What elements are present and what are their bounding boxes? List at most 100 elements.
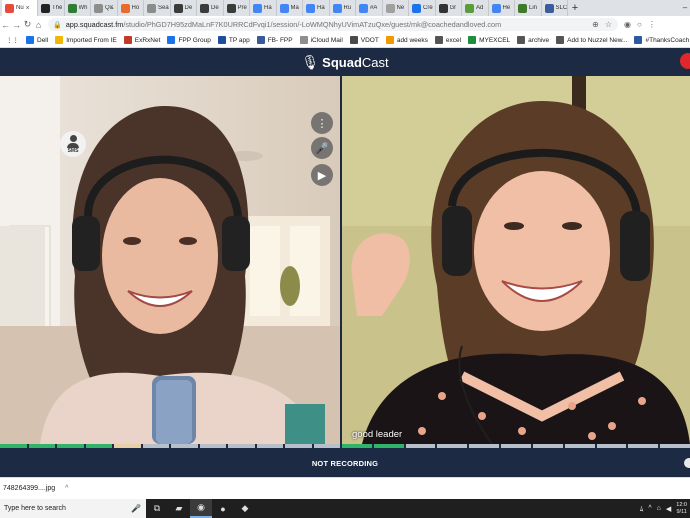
minimize-icon[interactable]: – (680, 0, 690, 16)
bookmark-label: add weeks (396, 36, 428, 44)
bookmark-item[interactable]: TP app (217, 36, 250, 44)
tab-favicon-icon (412, 3, 421, 13)
side-panel-toggle[interactable] (684, 458, 690, 468)
url-host: app.squadcast.fm (65, 20, 124, 29)
download-menu-caret[interactable]: ^ (65, 485, 68, 492)
extension-icon-2[interactable]: ○ (637, 20, 642, 29)
browser-tab[interactable]: He (489, 0, 515, 16)
browser-tab[interactable]: De (171, 0, 197, 16)
clock[interactable]: 12:0 9/11 (676, 502, 687, 516)
bookmark-label: FPP Group (178, 36, 211, 44)
bookmark-label: MYEXCEL (479, 36, 511, 44)
browser-tab[interactable]: Ru (330, 0, 356, 16)
tab-favicon-icon (544, 3, 554, 13)
download-shelf: 748264399....jpg ^ (0, 477, 690, 499)
browser-tab[interactable]: Sea (144, 0, 171, 16)
tab-favicon-icon (491, 3, 501, 13)
bookmark-item[interactable]: ExRxNet (123, 36, 160, 44)
browser-tab[interactable]: #A (356, 0, 383, 16)
apps-icon[interactable]: ⋮⋮ (6, 36, 19, 44)
extension-icon[interactable]: ◉ (624, 20, 631, 29)
bookmark-item[interactable]: excel (434, 36, 461, 44)
url-input[interactable]: 🔒 app.squadcast.fm/studio/PhGD7H95zdMaLn… (48, 18, 618, 31)
tab-label: Ne (396, 5, 405, 11)
tab-favicon-icon (173, 3, 183, 13)
bookmark-item[interactable]: iCloud Mail (299, 36, 343, 44)
forward-icon[interactable]: → (11, 20, 22, 30)
url-path: /studio/PhGD7H95zdMaLnF7K0URRCdFvqi1/ses… (123, 20, 502, 29)
browser-tab[interactable]: Q& (91, 0, 118, 16)
task-view-icon[interactable]: ⧉ (146, 499, 168, 518)
browser-tab[interactable]: Ha (303, 0, 330, 16)
squadcast-logo[interactable]: 🎙 SquadCast (301, 54, 388, 71)
mute-mic-button[interactable]: 🎤 (311, 137, 333, 159)
new-tab-button[interactable]: + (568, 2, 582, 14)
bookmark-item[interactable]: Imported From IE (55, 36, 117, 44)
browser-tab[interactable]: Wh (65, 0, 91, 16)
audio-meter-segment (28, 444, 55, 448)
dropbox-icon[interactable]: ◆ (234, 499, 256, 518)
people-icon[interactable]: ﾑ (640, 504, 644, 514)
home-icon[interactable]: ⌂ (33, 20, 44, 30)
audio-meter-segment (437, 444, 468, 448)
bookmark-favicon-icon (123, 36, 132, 44)
bookmark-item[interactable]: #ThanksCoach (634, 36, 689, 44)
audio-meter-segment (142, 444, 169, 448)
chrome-taskbar-icon[interactable]: ◉ (190, 499, 212, 518)
volume-icon[interactable]: ◀ (666, 505, 671, 513)
bookmark-label: VDOT (360, 36, 379, 44)
browser-tab[interactable]: Ne (383, 0, 409, 16)
notification-badge[interactable] (680, 53, 690, 69)
bookmark-favicon-icon (167, 36, 176, 44)
browser-tab[interactable]: De (197, 0, 224, 16)
menu-dots-icon[interactable]: ⋮ (648, 20, 656, 29)
bookmark-item[interactable]: add weeks (385, 36, 428, 44)
file-explorer-icon[interactable]: ▰ (168, 499, 190, 518)
tab-favicon-icon (5, 3, 14, 13)
browser-tab[interactable]: SLC (542, 0, 568, 16)
tab-favicon-icon (279, 3, 289, 13)
bookmark-star-icon[interactable]: ☆ (605, 20, 612, 29)
bookmark-item[interactable]: Add to Nuzzel New... (556, 36, 627, 44)
more-options-button[interactable]: ⋮ (311, 112, 333, 134)
reload-icon[interactable]: ↻ (22, 19, 33, 30)
bookmark-item[interactable]: Dell (26, 36, 48, 44)
download-item[interactable]: 748264399....jpg ^ (0, 485, 68, 492)
browser-tab[interactable]: Ma (277, 0, 303, 16)
cast-icon[interactable]: ⊕ (592, 20, 599, 29)
browser-tab[interactable]: Gr (436, 0, 462, 16)
show-hidden-icons[interactable]: ^ (648, 505, 651, 512)
bookmarks-bar: ⋮⋮ Dell Imported From IE ExRxNet FPP Group T… (0, 33, 690, 48)
audio-meter-segment (114, 444, 141, 448)
guest-audio-meter (342, 444, 690, 448)
audio-meter-segment (596, 444, 627, 448)
browser-tab[interactable]: Pre (224, 0, 250, 16)
bookmark-item[interactable]: FB- FPP (256, 36, 293, 44)
browser-tab[interactable]: Ad (462, 0, 489, 16)
sms-avatar[interactable]: SMS (60, 131, 86, 157)
bookmark-item[interactable]: MYEXCEL (468, 36, 510, 44)
bookmark-item[interactable]: archive (517, 36, 549, 44)
browser-tab[interactable]: Cre (409, 0, 436, 16)
app-record-icon[interactable]: ● (212, 499, 234, 518)
host-video-feed (0, 76, 340, 444)
taskbar-mic-icon[interactable]: 🎤 (131, 504, 141, 513)
tab-label: Cre (423, 5, 433, 11)
browser-tab[interactable]: Nu × (2, 0, 38, 16)
browser-tab[interactable]: The (38, 0, 65, 16)
browser-tab[interactable]: Ho (118, 0, 144, 16)
bookmark-item[interactable]: FPP Group (167, 36, 211, 44)
bookmark-label: Imported From IE (66, 36, 117, 44)
audio-meter-segment (313, 444, 340, 448)
close-tab-icon[interactable]: × (26, 5, 30, 12)
browser-tab[interactable]: Lin (515, 0, 542, 16)
browser-tab[interactable]: Ha (250, 0, 277, 16)
bookmark-label: archive (528, 36, 550, 44)
back-icon[interactable]: ← (0, 20, 11, 30)
taskbar-search[interactable]: Type here to search 🎤 (0, 499, 146, 518)
guest-name-label: good leader (352, 429, 403, 440)
tab-label: Ad (476, 5, 484, 11)
network-icon[interactable]: ⌂ (657, 505, 661, 512)
camera-toggle-button[interactable]: ▶ (311, 164, 333, 186)
bookmark-item[interactable]: VDOT (349, 36, 379, 44)
